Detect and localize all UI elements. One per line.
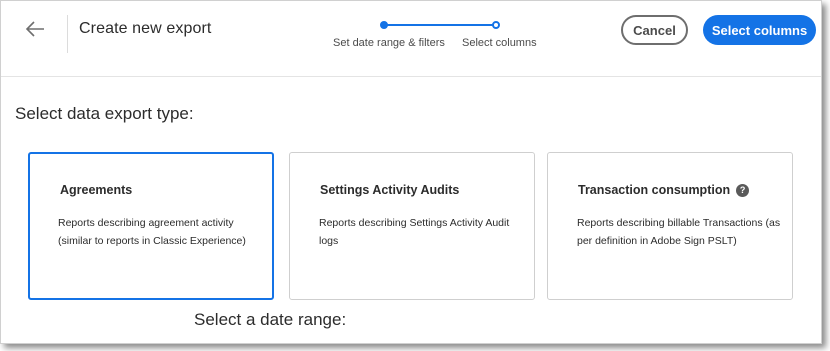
stepper-line <box>383 24 495 26</box>
header-divider <box>67 15 68 53</box>
export-window: Create new export Set date range & filte… <box>0 0 822 344</box>
header-bar: Create new export Set date range & filte… <box>1 1 821 77</box>
back-button[interactable] <box>23 17 49 41</box>
date-range-heading: Select a date range: <box>194 310 347 329</box>
card-title: Agreements <box>60 183 132 197</box>
card-title: Transaction consumption ? <box>578 183 750 197</box>
card-title-text: Agreements <box>60 183 133 197</box>
card-description: Reports describing Settings Activity Aud… <box>319 217 510 247</box>
card-description: Reports describing agreement activity (s… <box>58 217 246 247</box>
card-settings-activity-audits[interactable]: Settings Activity Audits Reports describ… <box>289 152 535 300</box>
step-2-label: Select columns <box>462 37 537 49</box>
select-columns-button[interactable]: Select columns <box>703 15 816 45</box>
cancel-button[interactable]: Cancel <box>621 15 688 45</box>
card-title-text: Settings Activity Audits <box>320 183 460 197</box>
step-1-label: Set date range & filters <box>333 37 445 49</box>
card-agreements[interactable]: Agreements Reports describing agreement … <box>28 152 274 300</box>
arrow-left-icon <box>25 21 44 37</box>
card-title: Settings Activity Audits <box>320 183 459 197</box>
card-transaction-consumption[interactable]: Transaction consumption ? Reports descri… <box>547 152 793 300</box>
export-type-heading: Select data export type: <box>15 104 194 123</box>
progress-stepper: Set date range & filters Select columns <box>331 19 541 59</box>
help-icon[interactable]: ? <box>736 183 750 197</box>
card-title-text: Transaction consumption <box>578 183 731 197</box>
card-description: Reports describing billable Transactions… <box>577 217 781 247</box>
step-1-indicator <box>380 21 388 29</box>
page-title: Create new export <box>79 20 212 37</box>
step-2-indicator <box>492 21 500 29</box>
